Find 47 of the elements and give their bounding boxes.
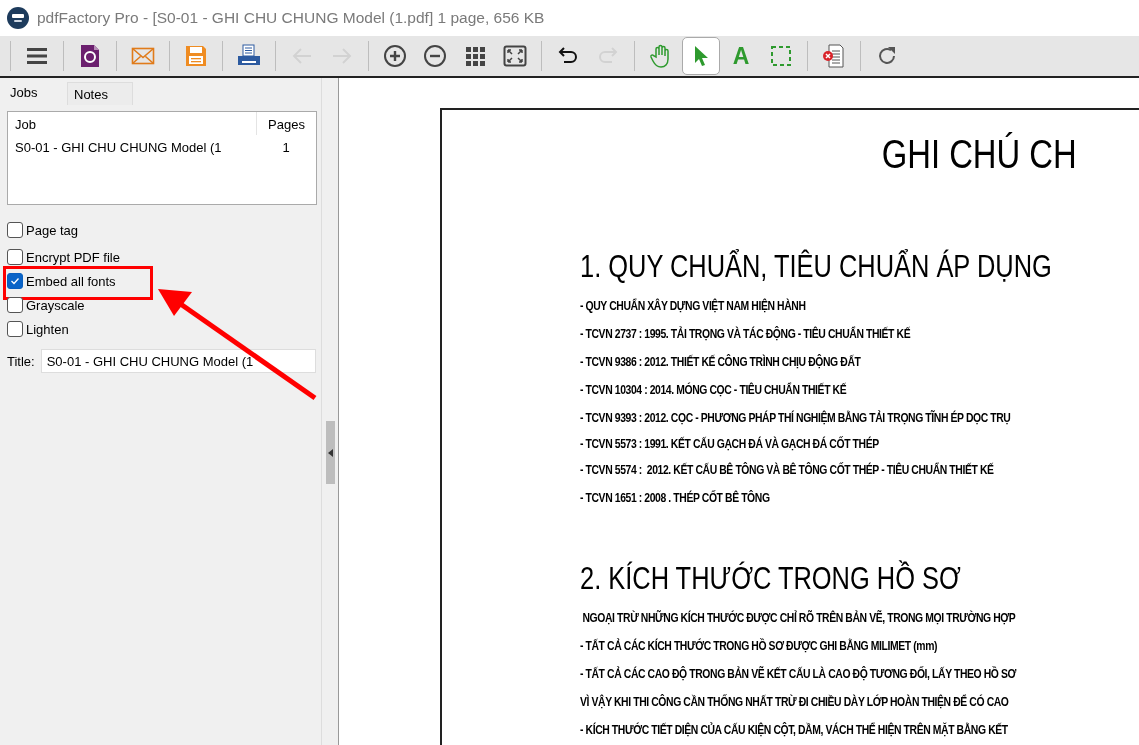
document-line: - TCVN 5573 : 1991. KẾT CẤU GẠCH ĐÁ VÀ GẠCH ĐÁ CỐT THÉP xyxy=(580,434,879,453)
job-cell[interactable]: S0-01 - GHI CHU CHUNG Model (1 xyxy=(8,135,256,158)
section-heading: 1. QUY CHUẨN, TIÊU CHUẨN ÁP DỤNG xyxy=(580,249,1052,285)
checkbox[interactable] xyxy=(7,222,23,238)
grid-icon xyxy=(463,44,487,68)
document-line: - TCVN 1651 : 2008 . THÉP CỐT BÊ TÔNG xyxy=(580,488,770,507)
column-header[interactable]: Job xyxy=(8,112,256,135)
document-line: - TẤT CẢ CÁC CAO ĐỘ TRONG BẢN VẼ KẾT CẤU LÀ CAO ĐỘ TƯƠNG ĐỐI, LẤY THEO HỒ SƠ xyxy=(580,664,1017,683)
checkbox-label[interactable]: Encrypt PDF file xyxy=(26,249,120,265)
selection-icon xyxy=(769,44,793,68)
zoom-out-icon xyxy=(423,44,447,68)
title-label: Title: xyxy=(7,353,35,369)
document-line: NGOẠI TRỪ NHỮNG KÍCH THƯỚC ĐƯỢC CHỈ RÕ TRÊN BẢN VẼ, TRONG MỌI TRƯỜNG HỢP xyxy=(581,608,1016,627)
checkbox-label[interactable]: Grayscale xyxy=(26,297,85,313)
app-logo-icon xyxy=(7,7,29,29)
checkbox-label[interactable]: Page tag xyxy=(26,222,79,238)
document-line: - TCVN 9386 : 2012. THIẾT KẾ CÔNG TRÌNH CHỊU ĐỘNG ĐẤT xyxy=(580,352,861,371)
title-field[interactable]: S0-01 - GHI CHU CHUNG Model (1 xyxy=(40,349,316,373)
document-title: GHI CHÚ CH xyxy=(880,132,1077,177)
checkbox[interactable] xyxy=(7,321,23,337)
checkbox[interactable] xyxy=(7,273,23,289)
document-line: - TẤT CẢ CÁC KÍCH THƯỚC TRONG HỒ SƠ ĐƯỢC GHI BẰNG MILIMET (mm) xyxy=(580,636,938,655)
checkmark-icon xyxy=(10,276,20,286)
document-line: - TCVN 10304 : 2014. MÓNG CỌC - TIÊU CHUẨN THIẾT KẾ xyxy=(580,380,847,399)
section-heading: 2. KÍCH THƯỚC TRONG HỒ SƠ xyxy=(580,561,961,597)
pdf-document-icon xyxy=(78,44,102,68)
splitter-handle[interactable] xyxy=(325,421,335,484)
collapse-arrow-icon xyxy=(327,448,333,457)
delete-page-icon xyxy=(822,44,846,68)
document-line: - TCVN 2737 : 1995. TẢI TRỌNG VÀ TÁC ĐỘNG - TIÊU CHUẨN THIẾT KẾ xyxy=(580,324,911,343)
pointer-button[interactable] xyxy=(682,37,720,75)
column-header[interactable]: Pages xyxy=(256,112,316,135)
window-title: pdfFactory Pro - [S0-01 - GHI CHU CHUNG Model (1.pdf] 1 page, 656 KB xyxy=(37,9,545,27)
zoom-in-icon xyxy=(383,44,407,68)
fullscreen-icon xyxy=(503,44,527,68)
sidebar-tab[interactable]: Notes xyxy=(67,82,133,105)
document-line: VÌ VẬY KHI THI CÔNG CẦN THỐNG NHẤT TRỪ ĐI CHIỀU DÀY LỚP HOÀN THIỆN ĐỂ CÓ CAO xyxy=(580,692,1009,711)
document-line: - TCVN 5574 : 2012. KẾT CẤU BÊ TÔNG VÀ BÊ TÔNG CỐT THÉP - TIÊU CHUẨN THIẾT KẾ xyxy=(580,460,994,479)
pages-cell[interactable]: 1 xyxy=(256,135,316,158)
checkbox-label[interactable]: Lighten xyxy=(26,321,69,337)
document-line: - TCVN 9393 : 2012. CỌC - PHƯƠNG PHÁP THÍ NGHIỆM BẰNG TẢI TRỌNG TĨNH ÉP DỌC TRỤ xyxy=(580,408,1011,427)
checkbox-label[interactable]: Embed all fonts xyxy=(26,273,116,289)
printer-icon xyxy=(237,44,261,68)
checkbox[interactable] xyxy=(7,297,23,313)
document-line: - QUY CHUẨN XÂY DỰNG VIỆT NAM HIỆN HÀNH xyxy=(580,296,806,315)
checkbox[interactable] xyxy=(7,249,23,265)
document-line: - KÍCH THƯỚC TIẾT DIỆN CỦA CẤU KIỆN CỘT, DẦM, VÁCH THỂ HIỆN TRÊN MẶT BẰNG KẾT xyxy=(580,720,1008,739)
